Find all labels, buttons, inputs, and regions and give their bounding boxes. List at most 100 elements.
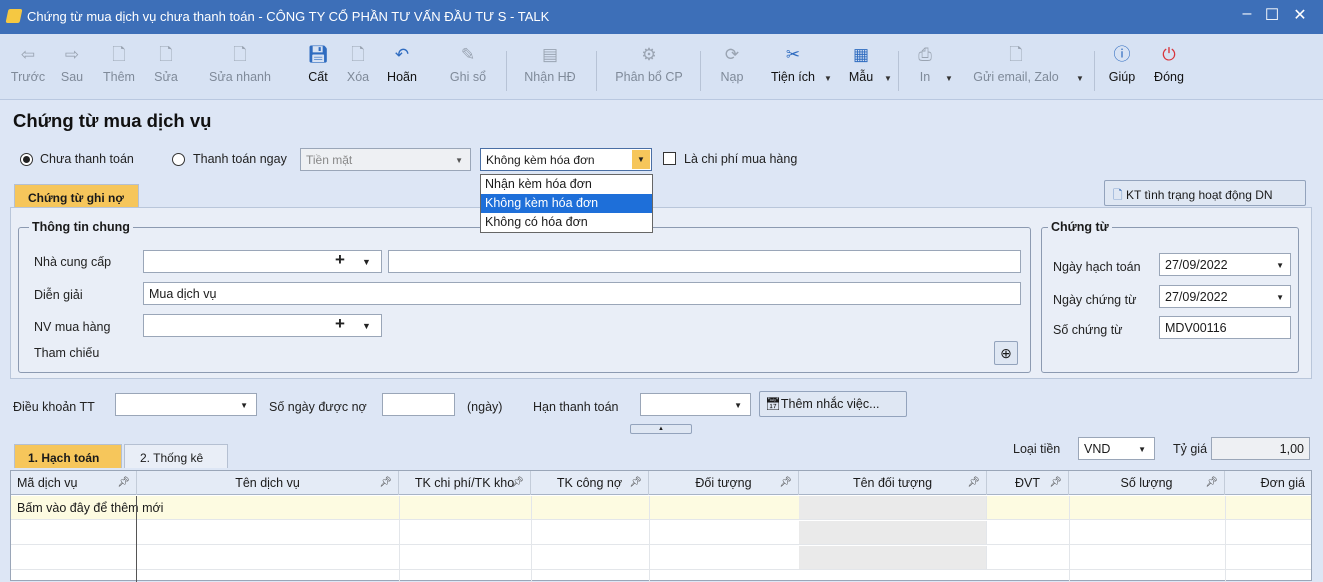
due-date-label: Hạn thanh toán: [533, 400, 619, 414]
utilities-button[interactable]: ✂ Tiện ích ▼: [758, 44, 832, 98]
tab-voucher[interactable]: Chứng từ ghi nợ: [14, 184, 139, 208]
add-new-text: Bấm vào đây để thêm mới: [17, 501, 164, 515]
maximize-icon[interactable]: ☐: [1262, 5, 1282, 25]
invoice-option-selected[interactable]: Không kèm hóa đơn: [481, 194, 652, 213]
toolbar-separator: [898, 51, 899, 91]
payment-term-select[interactable]: ▼: [115, 393, 257, 416]
unpaid-radio[interactable]: [20, 153, 33, 166]
invoice-option[interactable]: Nhận kèm hóa đơn: [481, 175, 652, 194]
credit-days-input[interactable]: [382, 393, 455, 416]
add-new-row[interactable]: Bấm vào đây để thêm mới: [11, 496, 1311, 520]
add-icon[interactable]: +: [335, 314, 345, 334]
pay-now-radio[interactable]: [172, 153, 185, 166]
allocate-cost-button[interactable]: ⚙ Phân bổ CP: [608, 44, 690, 98]
invoice-dropdown-list: Nhận kèm hóa đơn Không kèm hóa đơn Không…: [480, 174, 653, 233]
minimize-icon[interactable]: –: [1237, 5, 1257, 23]
save-icon: 💾︎: [307, 45, 329, 64]
tools-icon: ✂: [785, 45, 801, 64]
post-date-input[interactable]: 27/09/2022 ▼: [1159, 253, 1291, 276]
post-date-label: Ngày hạch toán: [1053, 260, 1141, 274]
column-divider: [399, 496, 400, 582]
column-header[interactable]: TK công nợ 📌︎: [531, 471, 649, 495]
help-icon: ⓘ: [1113, 45, 1131, 64]
edit-button[interactable]: 🗋 Sửa: [146, 44, 186, 98]
column-header[interactable]: Đối tượng 📌︎: [649, 471, 799, 495]
arrow-left-icon: ⇦: [20, 45, 36, 64]
quick-edit-button[interactable]: 🗋 Sửa nhanh: [190, 44, 290, 98]
chevron-down-icon[interactable]: ▼: [362, 257, 371, 267]
prev-button[interactable]: ⇦ Trước: [8, 44, 48, 98]
chevron-down-icon: ▼: [1276, 261, 1284, 270]
due-date-input[interactable]: ▼: [640, 393, 751, 416]
delete-button[interactable]: 🗋 Xóa: [340, 44, 376, 98]
window-title: Chứng từ mua dịch vụ chưa thanh toán - C…: [27, 9, 550, 24]
pin-icon: 📌︎: [779, 477, 792, 488]
hierarchy-icon: ⚙: [641, 45, 657, 64]
close-form-button[interactable]: ⏻ Đóng: [1148, 44, 1190, 98]
currency-label: Loại tiền: [1013, 442, 1061, 456]
print-button[interactable]: ⎙ In ▼: [905, 44, 953, 98]
help-button[interactable]: ⓘ Giúp: [1102, 44, 1142, 98]
voucher-number-input[interactable]: MDV00116: [1159, 316, 1291, 339]
send-icon: 🗋: [1009, 45, 1023, 64]
chevron-down-icon: ▼: [240, 401, 248, 410]
receive-invoice-button[interactable]: ▤ Nhận HĐ: [514, 44, 586, 98]
pin-icon: 📌︎: [1049, 477, 1062, 488]
toolbar-separator: [700, 51, 701, 91]
payment-method-select[interactable]: Tiền mặt ▼: [300, 148, 471, 171]
save-button[interactable]: 💾︎ Cất: [300, 44, 336, 98]
voucher-date-input[interactable]: 27/09/2022 ▼: [1159, 285, 1291, 308]
add-icon[interactable]: +: [335, 250, 345, 270]
add-reminder-button[interactable]: 📅︎Thêm nhắc việc...: [759, 391, 907, 417]
supplier-code-input[interactable]: [143, 250, 382, 273]
supplier-label: Nhà cung cấp: [34, 255, 112, 269]
currency-select[interactable]: VND ▼: [1078, 437, 1155, 460]
table-cell: [799, 521, 987, 544]
post-button[interactable]: ✎ Ghi sổ: [443, 44, 493, 98]
chevron-down-icon[interactable]: ▼: [362, 321, 371, 331]
add-button[interactable]: 🗋 Thêm: [94, 44, 144, 98]
column-header[interactable]: Số lượng 📌︎: [1069, 471, 1225, 495]
column-header[interactable]: ĐVT 📌︎: [987, 471, 1069, 495]
days-unit: (ngày): [467, 400, 503, 414]
exchange-rate-input[interactable]: 1,00: [1211, 437, 1310, 460]
send-email-button[interactable]: 🗋 Gửi email, Zalo ▼: [962, 44, 1084, 98]
table-row[interactable]: [11, 546, 1311, 570]
collapse-toggle[interactable]: ▲: [630, 424, 692, 434]
chevron-down-icon: ▼: [637, 155, 645, 164]
tab-statistics[interactable]: 2. Thống kê: [124, 444, 228, 468]
column-divider: [531, 496, 532, 582]
chevron-down-icon: ▼: [1138, 445, 1146, 454]
chevron-down-icon: ▼: [455, 156, 463, 165]
expense-checkbox[interactable]: [663, 152, 676, 165]
app-logo-icon: [5, 9, 23, 23]
column-header[interactable]: Đơn giá: [1225, 471, 1311, 495]
column-divider: [1225, 496, 1226, 582]
pen-icon: ✎: [460, 45, 476, 64]
column-header[interactable]: Mã dịch vụ 📌︎: [11, 471, 137, 495]
check-business-status-button[interactable]: 🗋 KT tình trạng hoạt động DN: [1104, 180, 1306, 206]
description-input[interactable]: Mua dịch vụ: [143, 282, 1021, 305]
table-row[interactable]: [11, 521, 1311, 545]
dropdown-button[interactable]: ▼: [632, 150, 650, 169]
reload-button[interactable]: ⟳ Nạp: [712, 44, 752, 98]
chevron-down-icon: ▼: [1276, 293, 1284, 302]
buyer-input[interactable]: [143, 314, 382, 337]
undo-button[interactable]: ↶ Hoãn: [380, 44, 424, 98]
quick-edit-icon: 🗋: [233, 45, 247, 64]
column-header[interactable]: Tên dịch vụ 📌︎: [137, 471, 399, 495]
column-header[interactable]: Tên đối tượng 📌︎: [799, 471, 987, 495]
next-button[interactable]: ⇨ Sau: [52, 44, 92, 98]
voucher-date-label: Ngày chứng từ: [1053, 293, 1137, 307]
invoice-select[interactable]: Không kèm hóa đơn ▼: [480, 148, 652, 171]
template-button[interactable]: ▦ Mẫu ▼: [838, 44, 892, 98]
column-divider: [1069, 496, 1070, 582]
supplier-name-input[interactable]: [388, 250, 1021, 273]
zoom-icon[interactable]: ⊕: [994, 341, 1018, 365]
column-header[interactable]: TK chi phí/TK kho 📌︎: [399, 471, 531, 495]
tab-accounting[interactable]: 1. Hạch toán: [14, 444, 122, 468]
close-icon[interactable]: ✕: [1290, 5, 1310, 25]
column-divider: [136, 496, 137, 582]
invoice-option[interactable]: Không có hóa đơn: [481, 213, 652, 232]
page-title: Chứng từ mua dịch vụ: [13, 110, 212, 131]
